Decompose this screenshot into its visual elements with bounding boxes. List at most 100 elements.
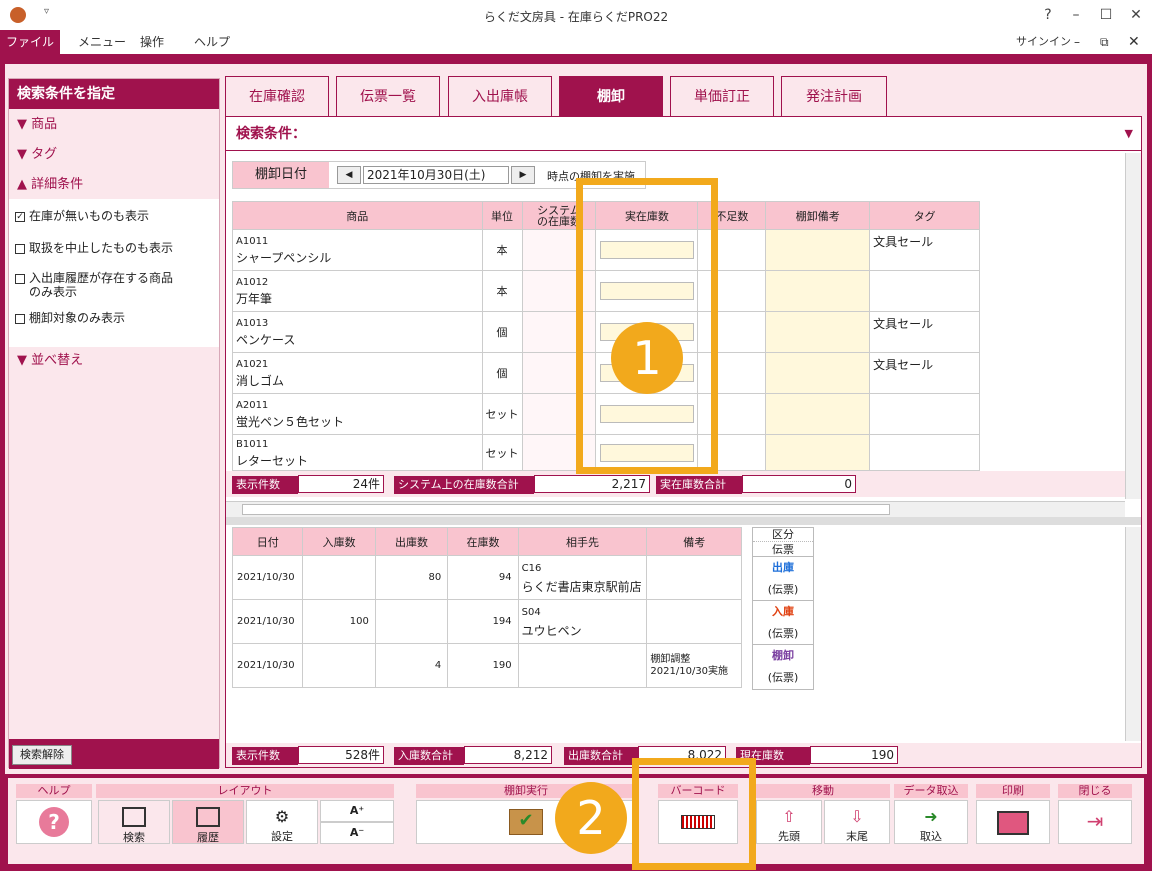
splitter[interactable]	[226, 517, 1141, 525]
arrow-up-icon: ⇧	[782, 807, 796, 826]
menu-file[interactable]: ファイル	[0, 30, 60, 54]
kind-out: 出庫	[772, 561, 794, 574]
help-icon[interactable]: ?	[1038, 5, 1058, 25]
menu-bar: ファイル メニュー 操作 ヘルプ サインイン – ⧉ ✕	[0, 30, 1152, 54]
group-move: 移動	[756, 784, 890, 798]
caret-down-icon: ▼	[17, 117, 32, 132]
callout-box-barcode	[632, 758, 756, 870]
history-table: 日付 入庫数 出庫数 在庫数 相手先 備考 2021/10/30 80 94 C…	[231, 527, 742, 688]
exit-door-icon: ⇥	[1086, 809, 1104, 833]
print-button[interactable]	[976, 800, 1050, 844]
tab-order-plan[interactable]: 発注計画	[781, 76, 887, 116]
check-show-zero-stock[interactable]: ✓ 在庫が無いものも表示	[15, 207, 149, 224]
history-count-label: 表示件数	[232, 747, 298, 765]
current-stock-value: 190	[810, 746, 898, 764]
import-button[interactable]: ➜ 取込	[894, 800, 968, 844]
ribbon-minimize-icon[interactable]: –	[1074, 30, 1080, 54]
clear-search-button[interactable]: 検索解除	[12, 745, 72, 765]
layout-search-button[interactable]: 検索	[98, 800, 170, 844]
system-total-label: システム上の在庫数合計	[394, 476, 534, 494]
in-total-label: 入庫数合計	[394, 747, 464, 765]
maximize-icon[interactable]: ☐	[1096, 5, 1116, 25]
section-product[interactable]: ▼ 商品	[9, 111, 219, 139]
menu-operation[interactable]: 操作	[140, 30, 164, 54]
question-icon: ?	[39, 807, 69, 837]
in-total-value: 8,212	[464, 746, 552, 764]
search-panel: 検索条件を指定 ▼ 商品 ▼ タグ ▲ 詳細条件 ✓ 在庫が無いものも表示 取扱を…	[8, 78, 220, 769]
actual-total-label: 実在庫数合計	[656, 476, 742, 494]
window-title: らくだ文房具 - 在庫らくだPRO22	[483, 10, 669, 24]
tab-slip-list[interactable]: 伝票一覧	[336, 76, 440, 116]
group-layout: レイアウト	[96, 784, 394, 798]
section-detail[interactable]: ▲ 詳細条件	[9, 171, 219, 199]
group-data-import: データ取込	[894, 784, 968, 798]
caret-up-icon: ▲	[17, 177, 32, 192]
history-scrollbar[interactable]	[1125, 527, 1141, 741]
group-close: 閉じる	[1058, 784, 1132, 798]
count-label: 表示件数	[232, 476, 298, 494]
search-panel-title: 検索条件を指定	[9, 79, 219, 109]
font-decrease-button[interactable]: A⁻	[320, 822, 394, 844]
col-remark: 棚卸備考	[765, 201, 871, 230]
col-in: 入庫数	[302, 527, 376, 556]
section-tag[interactable]: ▼ タグ	[9, 141, 219, 169]
prev-date-button[interactable]: ◀	[337, 166, 361, 184]
help-button[interactable]: ?	[16, 800, 92, 844]
col-stock: 在庫数	[447, 527, 519, 556]
callout-badge-1: 1	[611, 322, 683, 394]
close-icon[interactable]: ✕	[1126, 5, 1146, 25]
menu-menu[interactable]: メニュー	[78, 30, 126, 54]
tab-stock-check[interactable]: 在庫確認	[225, 76, 329, 116]
move-first-button[interactable]: ⇧ 先頭	[756, 800, 822, 844]
tab-inventory[interactable]: 棚卸	[559, 76, 663, 116]
history-count-value: 528件	[298, 746, 384, 764]
tab-price-correction[interactable]: 単価訂正	[670, 76, 774, 116]
group-print: 印刷	[976, 784, 1050, 798]
arrow-down-icon: ⇩	[850, 807, 864, 826]
col-unit: 単位	[481, 201, 523, 230]
kind-inventory: 棚卸	[772, 649, 794, 662]
section-sort[interactable]: ▼ 並べ替え	[9, 347, 219, 375]
horizontal-scrollbar[interactable]	[226, 501, 1125, 517]
check-inventory-target-only[interactable]: 棚卸対象のみ表示	[15, 309, 125, 326]
move-last-button[interactable]: ⇩ 末尾	[824, 800, 890, 844]
checkbox-checked-icon: ✓	[15, 211, 25, 222]
tab-in-out-book[interactable]: 入出庫帳	[448, 76, 552, 116]
title-bar: ▿ らくだ文房具 - 在庫らくだPRO22 ? – ☐ ✕	[0, 0, 1152, 30]
callout-badge-2: 2	[555, 782, 627, 854]
col-out: 出庫数	[374, 527, 449, 556]
menu-help[interactable]: ヘルプ	[194, 30, 230, 54]
search-condition-bar[interactable]: 検索条件： ▼	[226, 117, 1141, 151]
actual-total-value: 0	[742, 475, 856, 493]
import-icon: ➜	[924, 807, 938, 826]
count-value: 24件	[298, 475, 384, 493]
font-increase-button[interactable]: A⁺	[320, 800, 394, 822]
printer-icon	[997, 811, 1029, 835]
checkbox-icon	[15, 313, 25, 324]
out-total-label: 出庫数合計	[564, 747, 638, 765]
table-row[interactable]: 2021/10/30 4 190 棚卸調整 2021/10/30実施	[231, 643, 742, 688]
table-row[interactable]: 2021/10/30 100 194 S04 ユウヒペン	[231, 599, 742, 644]
signin-link[interactable]: サインイン	[1016, 30, 1071, 54]
close-doc-icon[interactable]: ✕	[1128, 30, 1140, 54]
h-scroll-thumb[interactable]	[242, 504, 890, 515]
search-panel-footer: 検索解除	[9, 739, 219, 769]
caret-down-icon: ▼	[17, 147, 32, 162]
restore-icon[interactable]: ⧉	[1100, 30, 1109, 54]
next-date-button[interactable]: ▶	[511, 166, 535, 184]
check-history-only[interactable]: 入出庫履歴が存在する商品 のみ表示	[15, 271, 173, 299]
close-button[interactable]: ⇥	[1058, 800, 1132, 844]
layout-settings-button[interactable]: ⚙ 設定	[246, 800, 318, 844]
layout-search-icon	[122, 807, 146, 827]
vertical-scrollbar[interactable]	[1125, 153, 1141, 499]
check-show-discontinued[interactable]: 取扱を中止したものも表示	[15, 239, 173, 256]
col-partner: 相手先	[517, 527, 648, 556]
table-row[interactable]: 2021/10/30 80 94 C16 らくだ書店東京駅前店	[231, 555, 742, 600]
minimize-icon[interactable]: –	[1066, 5, 1086, 25]
checkbox-icon	[15, 273, 25, 284]
date-field[interactable]: 2021年10月30日(土)	[363, 166, 509, 184]
chevron-down-icon[interactable]: ▼	[1125, 117, 1133, 151]
system-total-value: 2,217	[534, 475, 650, 493]
col-tag: タグ	[869, 201, 980, 230]
layout-history-button[interactable]: 履歴	[172, 800, 244, 844]
